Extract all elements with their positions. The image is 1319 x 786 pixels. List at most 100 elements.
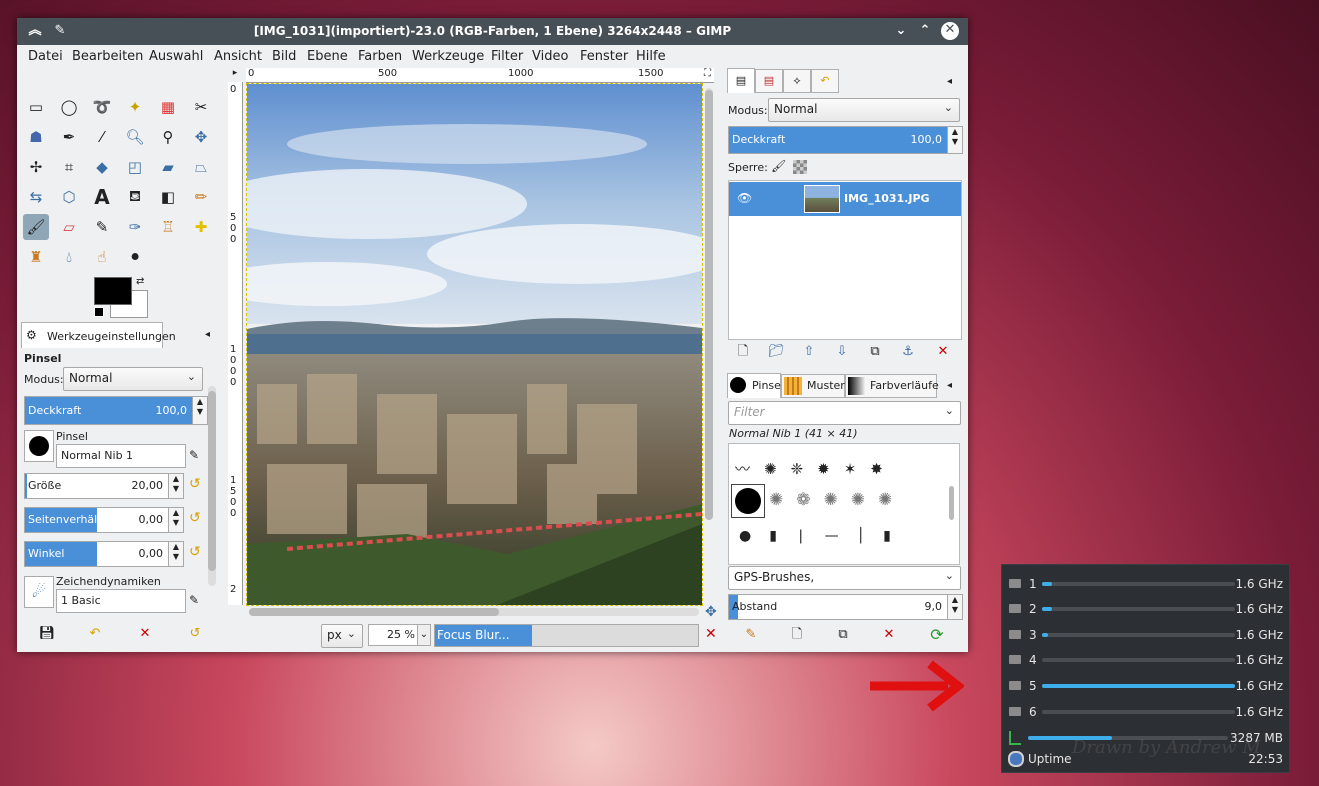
new-layer-icon[interactable]: 🗋︎ <box>733 342 753 362</box>
pencil-icon[interactable]: ✏ <box>188 184 214 210</box>
menu-video[interactable]: Video <box>532 49 568 64</box>
ruler-origin[interactable]: ▸ <box>228 68 242 82</box>
dynamics-preview[interactable]: ☄ <box>24 576 54 608</box>
minimize-icon[interactable]: ⌄ <box>893 23 909 39</box>
tab-channels[interactable]: ▤ <box>755 69 783 93</box>
ink-icon[interactable]: ✑ <box>122 214 148 240</box>
color-select-icon[interactable]: ▦ <box>155 94 181 120</box>
swap-colors-icon[interactable]: ⇄ <box>136 276 144 287</box>
brush-preview[interactable] <box>24 430 54 462</box>
perspective-icon[interactable]: ⏢ <box>188 154 214 180</box>
tab-brushes[interactable]: Pinsel <box>727 373 784 398</box>
delete-layer-icon[interactable]: ✕ <box>933 342 953 362</box>
blend-icon[interactable]: ◧ <box>155 184 181 210</box>
measure-icon[interactable]: ⚲ <box>155 124 181 150</box>
eraser-icon[interactable]: ▱ <box>56 214 82 240</box>
brush-spacing-spinner[interactable]: ▲ ▼ <box>947 594 963 620</box>
paths-icon[interactable]: ✒ <box>56 124 82 150</box>
brush-thumb[interactable]: ●▮❘—│▮ <box>739 528 909 544</box>
perspective-clone-icon[interactable]: ♜ <box>23 244 49 270</box>
menu-filter[interactable]: Filter <box>491 49 523 64</box>
layers-mode-select[interactable]: Normal ⌄ <box>768 98 960 122</box>
brushes-panel-menu-icon[interactable]: ◂ <box>947 380 952 391</box>
opacity-spinner[interactable]: ▲ ▼ <box>192 396 208 425</box>
foreground-color-swatch[interactable] <box>94 277 132 305</box>
tab-tool-options[interactable]: ⚙ Werkzeugeinstellungen <box>21 322 176 349</box>
color-picker-icon[interactable]: ⁄ <box>89 124 115 150</box>
fuzzy-select-icon[interactable]: ✦ <box>122 94 148 120</box>
aspect-ratio-slider[interactable]: Seitenverhältnis 0,00 ▲ ▼ <box>24 507 184 533</box>
brush-thumb[interactable]: ✺❁✺✺✺ <box>769 490 905 510</box>
menu-fenster[interactable]: Fenster <box>580 49 628 64</box>
vertical-ruler[interactable]: 0 500 1000 1500 2 <box>228 82 243 605</box>
duplicate-layer-icon[interactable]: ⧉ <box>865 342 885 362</box>
reset-angle-icon[interactable]: ↺ <box>189 544 201 560</box>
lock-alpha-icon[interactable] <box>793 160 807 174</box>
brush-filter-input[interactable]: Filter ⌄ <box>728 401 961 425</box>
new-layer-group-icon[interactable]: 📁︎ <box>766 342 786 362</box>
delete-brush-icon[interactable]: ✕ <box>879 625 899 645</box>
bucket-fill-icon[interactable]: ⛾ <box>122 184 148 210</box>
tab-paths[interactable]: ⟡ <box>783 69 811 93</box>
brush-tag-select[interactable]: GPS-Brushes, ⌄ <box>728 566 961 590</box>
zoom-field[interactable]: 25 % <box>368 624 418 646</box>
foreground-select-icon[interactable]: ☗ <box>23 124 49 150</box>
dodge-burn-icon[interactable]: ⚫ <box>122 244 148 270</box>
restore-options-icon[interactable]: ↶ <box>85 624 105 644</box>
duplicate-brush-icon[interactable]: ⧉ <box>833 625 853 645</box>
rotate-icon[interactable]: ◆ <box>89 154 115 180</box>
flip-icon[interactable]: ⇆ <box>23 184 49 210</box>
aspect-ratio-spinner[interactable]: ▲ ▼ <box>168 507 184 533</box>
refresh-brushes-icon[interactable]: ⟳ <box>927 625 947 645</box>
tab-gradients[interactable]: Farbverläufe <box>845 374 939 398</box>
text-icon[interactable]: A <box>89 184 115 210</box>
layer-opacity-slider[interactable]: Deckkraft 100,0 ▲ ▼ <box>728 126 963 154</box>
ellipse-select-icon[interactable]: ◯ <box>56 94 82 120</box>
new-brush-icon[interactable]: 🗋︎ <box>787 625 807 645</box>
tab-patterns[interactable]: Muster <box>781 374 845 398</box>
reset-options-icon[interactable]: ↺ <box>185 624 205 644</box>
heal-icon[interactable]: ✚ <box>188 214 214 240</box>
cancel-operation-icon[interactable]: ✕ <box>705 626 717 642</box>
rect-select-icon[interactable]: ▭ <box>23 94 49 120</box>
blur-icon[interactable]: 💧︎ <box>56 244 82 270</box>
edit-dynamics-icon[interactable]: ✎ <box>189 593 199 607</box>
anchor-layer-icon[interactable]: ⚓︎ <box>898 342 918 362</box>
menu-farben[interactable]: Farben <box>358 49 402 64</box>
save-options-icon[interactable]: 💾︎ <box>37 624 57 644</box>
edit-brush-action-icon[interactable]: ✎ <box>741 625 761 645</box>
menu-hilfe[interactable]: Hilfe <box>636 49 666 64</box>
layer-opacity-spinner[interactable]: ▲ ▼ <box>947 126 963 154</box>
default-colors-icon[interactable] <box>94 307 104 317</box>
dynamics-field[interactable]: 1 Basic <box>56 589 186 613</box>
maximize-icon[interactable]: ⌃ <box>917 23 933 39</box>
layer-row[interactable]: 👁︎ IMG_1031.JPG <box>729 182 961 216</box>
layers-panel-menu-icon[interactable]: ◂ <box>947 76 952 87</box>
reset-size-icon[interactable]: ↺ <box>189 476 201 492</box>
tool-options-panel-menu-icon[interactable]: ◂ <box>205 329 210 340</box>
horizontal-ruler[interactable]: 0 500 1000 1500 <box>246 68 714 83</box>
quick-mask-icon[interactable]: ⛶ <box>704 68 711 79</box>
canvas-hscrollbar[interactable] <box>249 608 699 616</box>
angle-spinner[interactable]: ▲ ▼ <box>168 541 184 567</box>
paintbrush-icon[interactable]: 🖌︎ <box>23 214 49 240</box>
tool-options-scrollbar[interactable] <box>208 386 216 586</box>
tab-layers[interactable]: ▤ <box>727 68 755 93</box>
scale-icon[interactable]: ◰ <box>122 154 148 180</box>
crop-icon[interactable]: ⌗ <box>56 154 82 180</box>
brush-name-field[interactable]: Normal Nib 1 <box>56 444 186 468</box>
smudge-icon[interactable]: ☝ <box>89 244 115 270</box>
navigate-icon[interactable]: ✥ <box>705 604 717 620</box>
angle-slider[interactable]: Winkel 0,00 ▲ ▼ <box>24 541 184 567</box>
align-icon[interactable]: ✢ <box>23 154 49 180</box>
menu-bearbeiten[interactable]: Bearbeiten <box>72 49 143 64</box>
delete-options-icon[interactable]: ✕ <box>135 624 155 644</box>
shear-icon[interactable]: ▰ <box>155 154 181 180</box>
lower-layer-icon[interactable]: ⇩ <box>832 342 852 362</box>
visibility-eye-icon[interactable]: 👁︎ <box>737 191 752 205</box>
menu-ansicht[interactable]: Ansicht <box>214 49 262 64</box>
unit-select[interactable]: px ⌄ <box>321 624 363 648</box>
move-icon[interactable]: ✥ <box>188 124 214 150</box>
menu-ebene[interactable]: Ebene <box>307 49 348 64</box>
mode-select[interactable]: Normal ⌄ <box>63 367 203 391</box>
